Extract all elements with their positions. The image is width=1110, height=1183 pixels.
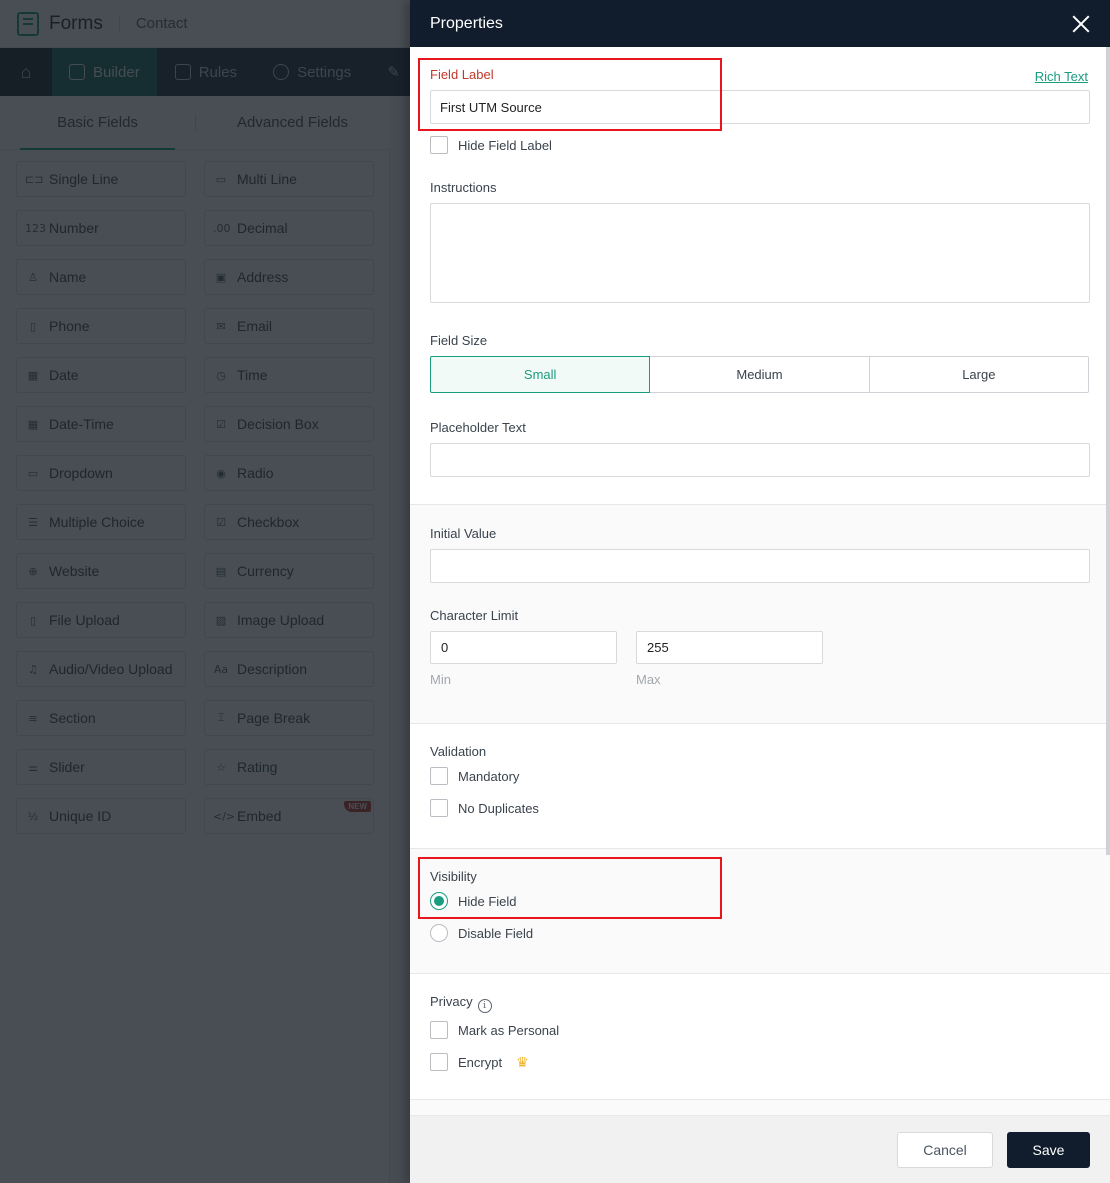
mark-personal-option[interactable]: Mark as Personal (430, 1021, 1090, 1039)
save-button[interactable]: Save (1007, 1131, 1090, 1168)
mandatory-checkbox[interactable] (430, 767, 448, 785)
mark-personal-checkbox[interactable] (430, 1021, 448, 1039)
char-limit-max-label: Max (636, 672, 661, 687)
disable-field-text: Disable Field (458, 925, 534, 941)
drawer-header: Properties (410, 0, 1110, 47)
char-limit-min-label: Min (430, 672, 451, 687)
validation-section: Validation Mandatory No Duplicates (410, 723, 1110, 848)
rich-text-link[interactable]: Rich Text (1035, 69, 1088, 84)
mandatory-option[interactable]: Mandatory (430, 767, 1090, 785)
no-duplicates-checkbox[interactable] (430, 799, 448, 817)
disable-field-radio[interactable] (430, 924, 448, 942)
info-icon[interactable]: i (477, 999, 492, 1013)
privacy-label-row: Privacy i (430, 994, 1090, 1013)
hide-field-option[interactable]: Hide Field (430, 892, 1090, 910)
instructions-label: Instructions (430, 180, 497, 195)
scrollbar[interactable] (1106, 47, 1110, 855)
field-label-heading: Field Label (430, 67, 494, 82)
drawer-body: Field Label Rich Text First UTM Source H… (410, 47, 1110, 1115)
hide-field-label-checkbox[interactable] (430, 136, 448, 154)
encrypt-checkbox[interactable] (430, 1053, 448, 1071)
size-large-button[interactable]: Large (868, 356, 1089, 393)
cancel-button[interactable]: Cancel (897, 1131, 993, 1168)
size-medium-button[interactable]: Medium (649, 356, 870, 393)
hide-field-text: Hide Field (458, 893, 517, 909)
hide-field-radio[interactable] (430, 892, 448, 910)
placeholder-section: Placeholder Text (410, 420, 1110, 504)
placeholder-input[interactable] (430, 443, 1090, 477)
disable-field-option[interactable]: Disable Field (430, 924, 1090, 942)
field-size-group: Small Medium Large (430, 356, 1089, 393)
field-label-section: Field Label Rich Text First UTM Source H… (410, 47, 1110, 175)
encrypt-text: Encrypt (458, 1054, 503, 1070)
hide-field-label-text: Hide Field Label (458, 137, 552, 153)
privacy-section: Privacy i Mark as Personal Encrypt ♛ (410, 973, 1110, 1099)
field-size-label: Field Size (430, 333, 488, 348)
validation-label: Validation (430, 744, 487, 759)
field-size-section: Field Size Small Medium Large (410, 333, 1110, 420)
close-icon[interactable] (1070, 13, 1092, 35)
visibility-section: Visibility Hide Field Disable Field (410, 848, 1110, 973)
field-label-input[interactable]: First UTM Source (430, 90, 1090, 124)
no-duplicates-option[interactable]: No Duplicates (430, 799, 1090, 817)
crown-icon: ♛ (516, 1053, 529, 1070)
placeholder-label: Placeholder Text (430, 420, 526, 435)
drawer-footer: Cancel Save (410, 1115, 1110, 1183)
drawer-title: Properties (430, 14, 503, 32)
properties-drawer: Properties Field Label Rich Text First U… (410, 0, 1110, 1183)
visibility-label: Visibility (430, 869, 477, 884)
size-small-button[interactable]: Small (430, 356, 651, 393)
instructions-section: Instructions (410, 175, 1110, 333)
next-section (410, 1099, 1110, 1115)
privacy-label: Privacy (430, 994, 473, 1009)
initial-value-section: Initial Value Character Limit 0 Min 255 … (410, 504, 1110, 723)
mark-personal-text: Mark as Personal (458, 1022, 560, 1038)
hide-field-label-option[interactable]: Hide Field Label (430, 136, 1090, 154)
character-limit-label: Character Limit (430, 608, 519, 623)
mandatory-text: Mandatory (458, 768, 520, 784)
initial-value-label: Initial Value (430, 526, 497, 541)
character-limit-inputs: 0 Min 255 Max (430, 631, 1090, 687)
encrypt-option[interactable]: Encrypt ♛ (430, 1053, 1090, 1071)
initial-value-input[interactable] (430, 549, 1090, 583)
instructions-textarea[interactable] (430, 203, 1090, 303)
no-duplicates-text: No Duplicates (458, 800, 539, 816)
char-limit-min-input[interactable]: 0 (430, 631, 617, 664)
char-limit-max-input[interactable]: 255 (636, 631, 823, 664)
